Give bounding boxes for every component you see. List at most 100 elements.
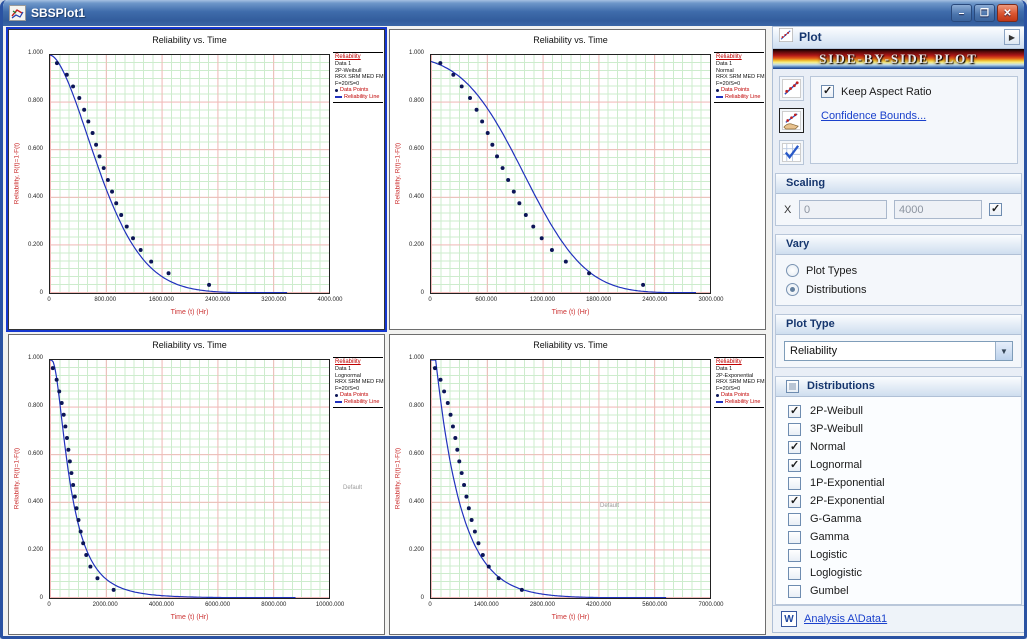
collapse-arrow-button[interactable]: ▶	[1004, 29, 1020, 45]
distribution-row[interactable]: Gumbel	[788, 582, 1021, 600]
y-tick-label: 0.400	[9, 499, 46, 505]
distribution-row[interactable]: Loglogistic	[788, 564, 1021, 582]
x-tick-label: 1400.000	[474, 602, 499, 608]
titlebar[interactable]: SBSPlot1 – ❐ ✕	[3, 0, 1024, 26]
x-tick-label: 6000.000	[205, 602, 230, 608]
distribution-checkbox[interactable]	[788, 549, 801, 562]
y-tick-label: 0.200	[390, 242, 427, 248]
distribution-row[interactable]: 3P-Weibull	[788, 420, 1021, 438]
plot-type-dropdown[interactable]: Reliability ▼	[784, 341, 1013, 361]
line-marker-icon	[335, 401, 342, 403]
plot-area	[49, 54, 330, 294]
y-tick-label: 1.000	[390, 50, 427, 56]
distribution-row[interactable]: Logistic	[788, 546, 1021, 564]
minimize-button[interactable]: –	[951, 4, 972, 22]
distribution-label: 2P-Weibull	[810, 405, 863, 417]
confidence-bounds-link[interactable]: Confidence Bounds...	[821, 110, 926, 122]
x-axis-label: Time (t) (Hr)	[49, 309, 330, 316]
y-axis-label: Reliability, R(t)=1-F(t)	[14, 64, 21, 284]
x-tick-label: 7000.000	[698, 602, 723, 608]
legend-title: Reliability	[335, 54, 383, 61]
plot-panel-2[interactable]: Reliability vs. Time Reliability, R(t)=1…	[389, 29, 766, 330]
panel-header: Plot ▶	[773, 27, 1024, 49]
legend-text: RRX SRM MED FM	[335, 379, 383, 386]
distribution-label: Logistic	[810, 549, 847, 561]
plot-legend: Reliability Data 1LognormalRRX SRM MED F…	[333, 357, 383, 408]
x-tick-label: 0	[428, 602, 431, 608]
y-tick-label: 0	[390, 290, 427, 296]
distribution-checkbox[interactable]	[788, 423, 801, 436]
x-tick-label: 0	[428, 297, 431, 303]
y-tick-label: 0.800	[9, 403, 46, 409]
plot-panel-4[interactable]: Reliability vs. Time Reliability, R(t)=1…	[389, 334, 766, 635]
maximize-button[interactable]: ❐	[974, 4, 995, 22]
distribution-checkbox[interactable]	[788, 405, 801, 418]
line-marker-icon	[716, 401, 723, 403]
plot-type-title: Plot Type	[786, 318, 835, 334]
legend-title: Reliability	[716, 359, 764, 366]
scaling-title: Scaling	[786, 177, 825, 193]
plot-panel-1[interactable]: Reliability vs. Time Reliability, R(t)=1…	[8, 29, 385, 330]
analysis-data-link[interactable]: Analysis A\Data1	[804, 613, 887, 625]
style-watermark: Default	[343, 485, 362, 491]
x-tick-label: 10000.000	[316, 602, 344, 608]
keep-aspect-ratio-checkbox[interactable]	[821, 85, 834, 98]
vary-group: Vary Plot Types Distributions	[775, 234, 1022, 306]
distribution-label: 3P-Weibull	[810, 423, 863, 435]
y-tick-label: 0.600	[390, 146, 427, 152]
distribution-row[interactable]: 2P-Exponential	[788, 492, 1021, 510]
distribution-checkbox[interactable]	[788, 585, 801, 598]
x-tick-label: 800.000	[94, 297, 116, 303]
distribution-checkbox[interactable]	[788, 477, 801, 490]
x-tick-label: 3200.000	[261, 297, 286, 303]
distribution-row[interactable]: 2P-Weibull	[788, 402, 1021, 420]
vary-option-distributions[interactable]: Distributions	[784, 280, 1013, 299]
client-area: Reliability vs. Time Reliability, R(t)=1…	[3, 26, 1024, 636]
plot-title: Reliability vs. Time	[430, 35, 711, 45]
distribution-checkbox[interactable]	[788, 567, 801, 580]
reliability-curve-svg	[431, 55, 710, 293]
distributions-title: Distributions	[807, 380, 875, 396]
distribution-checkbox[interactable]	[788, 531, 801, 544]
legend-text: RRX SRM MED FM	[716, 379, 764, 386]
keep-aspect-ratio-option[interactable]: Keep Aspect Ratio	[821, 85, 1007, 98]
distribution-checkbox[interactable]	[788, 459, 801, 472]
x-tick-label: 600.000	[475, 297, 497, 303]
distribution-label: 1P-Exponential	[810, 477, 885, 489]
keep-aspect-ratio-label: Keep Aspect Ratio	[841, 86, 932, 98]
y-axis-label: Reliability, R(t)=1-F(t)	[395, 64, 402, 284]
plot-legend: Reliability Data 12P-ExponentialRRX SRM …	[714, 357, 764, 408]
distribution-checkbox[interactable]	[788, 513, 801, 526]
distribution-row[interactable]: Normal	[788, 438, 1021, 456]
edit-plot-button[interactable]	[779, 108, 804, 133]
y-tick-label: 0.800	[390, 98, 427, 104]
distribution-row[interactable]: Lognormal	[788, 456, 1021, 474]
y-tick-label: 1.000	[390, 355, 427, 361]
side-by-side-banner: Side-by-Side Plot	[773, 49, 1024, 70]
x-tick-label: 0	[47, 602, 50, 608]
vary-option-plot-types[interactable]: Plot Types	[784, 261, 1013, 280]
radio-selected-icon	[786, 283, 799, 296]
y-tick-label: 0.200	[390, 547, 427, 553]
distribution-row[interactable]: Gamma	[788, 528, 1021, 546]
x-min-input	[799, 200, 887, 219]
vary-title: Vary	[786, 238, 809, 254]
y-axis-label: Reliability, R(t)=1-F(t)	[395, 369, 402, 589]
apply-grid-button[interactable]	[779, 140, 804, 165]
plot-setup-button[interactable]	[779, 76, 804, 101]
plot-panel-3[interactable]: Reliability vs. Time Reliability, R(t)=1…	[8, 334, 385, 635]
data-point-marker-icon	[335, 89, 338, 92]
y-tick-label: 0.400	[9, 194, 46, 200]
select-all-distributions-checkbox[interactable]	[786, 380, 799, 393]
distribution-checkbox[interactable]	[788, 441, 801, 454]
distribution-checkbox[interactable]	[788, 495, 801, 508]
auto-scale-checkbox[interactable]	[989, 203, 1002, 216]
distribution-row[interactable]: G-Gamma	[788, 510, 1021, 528]
x-tick-label: 3000.000	[698, 297, 723, 303]
close-button[interactable]: ✕	[997, 4, 1018, 22]
x-tick-label: 2400.000	[205, 297, 230, 303]
radio-icon	[786, 264, 799, 277]
reliability-curve-svg	[50, 360, 329, 598]
distribution-row[interactable]: 1P-Exponential	[788, 474, 1021, 492]
x-tick-label: 4000.000	[149, 602, 174, 608]
